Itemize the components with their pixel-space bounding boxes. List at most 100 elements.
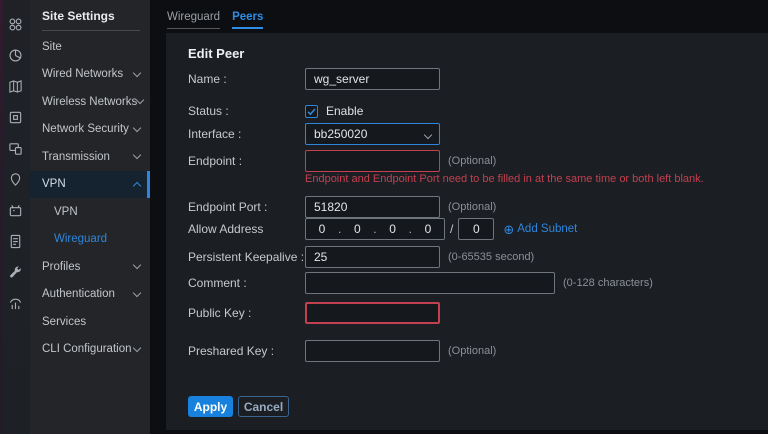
interface-select-value: bb250020 [314,127,368,141]
comment-input[interactable] [305,272,555,294]
ip-dot: . [408,222,412,236]
allow-address-ip-input[interactable]: 0 . 0 . 0 . 0 [305,218,445,240]
location-icon[interactable] [0,164,30,195]
add-subnet-button[interactable]: ⊕ Add Subnet [503,223,577,236]
sidebar-item-label: VPN [54,205,78,218]
comment-row: Comment : (0-128 characters) [188,272,758,294]
check-icon [307,107,316,115]
apply-button[interactable]: Apply [188,396,233,417]
add-subnet-label: Add Subnet [517,223,578,235]
enable-checkbox[interactable] [305,104,318,118]
sidebar-item-services[interactable]: Services [30,308,150,336]
interface-select[interactable]: bb250020 [305,123,440,145]
tab-wireguard[interactable]: Wireguard [167,11,221,29]
sidebar-item-label: Profiles [42,260,81,273]
sidebar-item-cli-configuration[interactable]: CLI Configuration [30,336,150,364]
chevron-down-icon [132,288,142,297]
sidebar-title: Site Settings [42,9,115,23]
sidebar: Site Settings Site Wired Networks Wirele… [30,0,150,434]
ip-octet-2[interactable]: 0 [354,222,361,236]
sidebar-item-authentication[interactable]: Authentication [30,281,150,309]
add-subnet-icon: ⊕ [503,221,515,237]
chevron-down-icon [132,151,142,160]
tab-peers[interactable]: Peers [232,11,264,29]
statistics-icon[interactable] [0,40,30,71]
prefix-length-input[interactable]: 0 [458,218,495,240]
comment-hint: (0-128 characters) [563,277,653,289]
endpoint-port-row: Endpoint Port : (Optional) [188,196,758,218]
name-input[interactable] [305,68,440,90]
public-key-row: Public Key : [188,302,758,324]
sidebar-item-label: Services [42,315,87,328]
public-key-input[interactable] [305,302,440,324]
omada-site-settings-page: Site Settings Site Wired Networks Wirele… [0,0,768,434]
map-icon[interactable] [0,71,30,102]
allow-address-label: Allow Address [188,222,264,236]
preshared-key-row: Preshared Key : (Optional) [188,340,758,362]
persistent-keepalive-row: Persistent Keepalive : (0-65535 second) [188,246,758,268]
chevron-down-icon [132,123,142,132]
endpoint-error-message: Endpoint and Endpoint Port need to be fi… [305,173,704,185]
devices-icon[interactable] [0,102,30,133]
status-row: Status : Enable [188,100,758,122]
chevron-up-icon [132,181,142,190]
sidebar-item-profiles[interactable]: Profiles [30,253,150,281]
main-content: Wireguard Peers Edit Peer Name : Status … [150,0,768,434]
sidebar-divider [42,30,140,31]
chevron-down-icon [135,96,145,105]
report-icon[interactable] [0,288,30,319]
sidebar-item-network-security[interactable]: Network Security [30,116,150,144]
ip-octet-3[interactable]: 0 [389,222,396,236]
toolkit-icon[interactable] [0,257,30,288]
name-label: Name : [188,72,227,86]
allow-address-row: Allow Address 0 . 0 . 0 . 0 / 0 ⊕ Add Su… [188,218,758,240]
persistent-keepalive-input[interactable] [305,246,440,268]
ip-octet-1[interactable]: 0 [319,222,326,236]
public-key-label: Public Key : [188,306,252,320]
sidebar-item-label: Wireless Networks [42,95,138,108]
endpoint-port-hint: (Optional) [448,201,497,213]
chevron-down-icon [132,343,142,352]
ip-octet-4[interactable]: 0 [425,222,432,236]
cancel-button[interactable]: Cancel [238,396,289,417]
log-icon[interactable] [0,226,30,257]
endpoint-row: Endpoint : (Optional) [188,150,758,172]
sidebar-item-label: VPN [42,178,66,191]
preshared-key-input[interactable] [305,340,440,362]
chevron-down-icon [423,130,433,140]
sidebar-item-site[interactable]: Site [30,33,150,61]
dashboard-icon[interactable] [0,9,30,40]
endpoint-hint: (Optional) [448,155,497,167]
persistent-keepalive-label: Persistent Keepalive : [188,250,305,264]
sidebar-item-wireguard[interactable]: Wireguard [30,226,150,254]
endpoint-input[interactable] [305,150,440,172]
sidebar-item-transmission[interactable]: Transmission [30,143,150,171]
persistent-keepalive-hint: (0-65535 second) [448,251,535,263]
prefix-length-value: 0 [473,222,480,236]
form-actions: Apply Cancel [188,396,289,417]
page-title: Edit Peer [188,46,245,61]
sidebar-item-label: Site [42,40,62,53]
ip-dot: . [337,222,342,236]
sidebar-item-label: Wired Networks [42,68,124,81]
comment-label: Comment : [188,276,247,290]
interface-label: Interface : [188,127,242,141]
preshared-key-hint: (Optional) [448,345,497,357]
icon-rail [0,0,30,434]
ip-prefix-separator: / [450,222,454,236]
sidebar-item-vpn-sub[interactable]: VPN [30,198,150,226]
endpoint-label: Endpoint : [188,154,243,168]
sidebar-item-label: Network Security [42,123,129,136]
insight-icon[interactable] [0,195,30,226]
clients-icon[interactable] [0,133,30,164]
interface-row: Interface : bb250020 [188,123,758,145]
sidebar-item-vpn[interactable]: VPN [30,170,150,198]
endpoint-port-input[interactable] [305,196,440,218]
sidebar-item-label: CLI Configuration [42,343,132,356]
sidebar-item-wired-networks[interactable]: Wired Networks [30,61,150,89]
sidebar-item-wireless-networks[interactable]: Wireless Networks [30,88,150,116]
sidebar-item-label: Authentication [42,288,115,301]
edit-peer-panel: Edit Peer Name : Status : Enable [166,33,768,430]
preshared-key-label: Preshared Key : [188,344,275,358]
chevron-down-icon [132,261,142,270]
